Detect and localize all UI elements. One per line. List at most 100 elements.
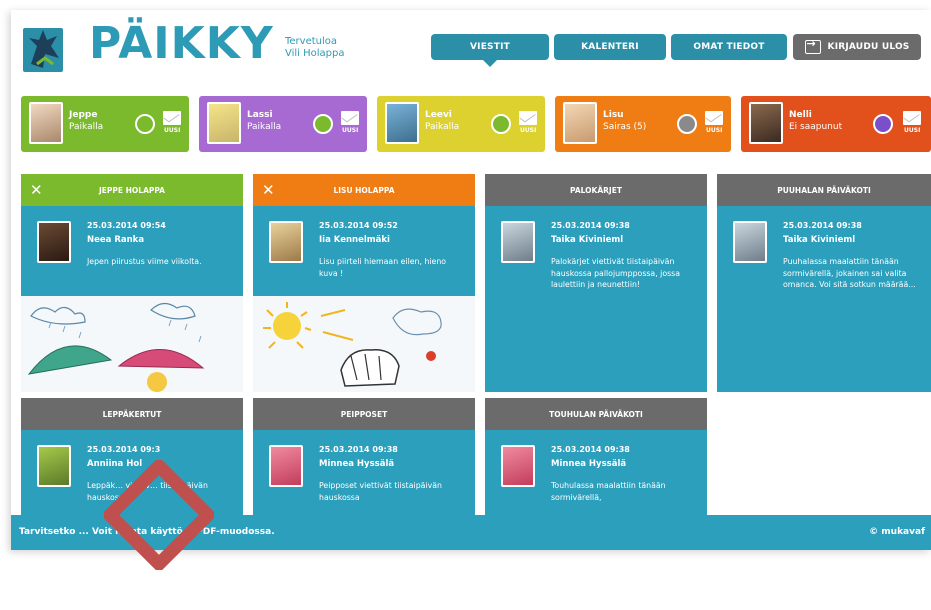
message-panel-puuhala[interactable]: PUUHALAN PÄIVÄKOTI 25.03.2014 09:38 Taik… — [717, 174, 931, 392]
mail-icon[interactable] — [163, 111, 181, 125]
message-panel-peipposet[interactable]: PEIPPOSET 25.03.2014 09:38 Minnea Hyssäl… — [253, 398, 475, 518]
child-status: Paikalla — [69, 122, 104, 132]
avatar — [749, 102, 783, 144]
nav-my-info-label: OMAT TIEDOT — [693, 42, 765, 52]
child-card-jeppe[interactable]: Jeppe Paikalla UUSI — [21, 96, 189, 152]
message-panel-lisu[interactable]: ✕ LISU HOLAPPA 25.03.2014 09:52 Iia Kenn… — [253, 174, 475, 392]
new-badge: UUSI — [342, 127, 359, 134]
header: PÄIKKY Tervetuloa Vili Holappa VIESTIT K… — [11, 10, 931, 92]
message-text: Lisu piirteli hiemaan eilen, hieno kuva … — [319, 257, 447, 278]
avatar — [501, 221, 535, 263]
watermark-diamond-icon — [104, 460, 214, 570]
drawing-image[interactable] — [253, 296, 475, 392]
avatar — [29, 102, 63, 144]
welcome-label: Tervetuloa — [285, 36, 338, 47]
close-icon[interactable]: ✕ — [262, 181, 275, 199]
mail-icon[interactable] — [903, 111, 921, 125]
child-name: Jeppe — [69, 110, 98, 120]
nav-calendar-label: KALENTERI — [581, 42, 639, 52]
child-name: Lisu — [603, 110, 624, 120]
message-author: Taika Kivinieml — [783, 235, 856, 245]
new-badge: UUSI — [164, 127, 181, 134]
logo-text[interactable]: PÄIKKY — [89, 18, 274, 69]
panel-header: LEPPÄKERTUT — [21, 398, 243, 430]
avatar — [37, 445, 71, 487]
active-caret-icon — [483, 60, 497, 67]
panel-header: ✕ LISU HOLAPPA — [253, 174, 475, 206]
panel-title: LEPPÄKERTUT — [102, 409, 162, 419]
child-name: Leevi — [425, 110, 452, 120]
message-date: 25.03.2014 09:52 — [319, 221, 398, 230]
avatar — [563, 102, 597, 144]
status-dot-icon[interactable] — [677, 114, 697, 134]
mail-icon[interactable] — [705, 111, 723, 125]
message-date: 25.03.2014 09:38 — [551, 221, 630, 230]
message-author: Iia Kennelmäki — [319, 235, 390, 245]
panel-header: ✕ JEPPE HOLAPPA — [21, 174, 243, 206]
child-card-lassi[interactable]: Lassi Paikalla UUSI — [199, 96, 367, 152]
nav-my-info[interactable]: OMAT TIEDOT — [671, 34, 787, 60]
mail-icon[interactable] — [519, 111, 537, 125]
mail-icon[interactable] — [341, 111, 359, 125]
avatar — [269, 445, 303, 487]
child-status: Ei saapunut — [789, 122, 843, 132]
panel-header: PALOKÄRJET — [485, 174, 707, 206]
message-author: Minnea Hyssälä — [551, 459, 627, 469]
logout-button[interactable]: KIRJAUDU ULOS — [793, 34, 921, 60]
message-date: 25.03.2014 09:38 — [551, 445, 630, 454]
message-panel-jeppe[interactable]: ✕ JEPPE HOLAPPA 25.03.2014 09:54 Neea Ra… — [21, 174, 243, 392]
message-panel-palokarjet[interactable]: PALOKÄRJET 25.03.2014 09:38 Taika Kivini… — [485, 174, 707, 392]
child-status: Paikalla — [425, 122, 460, 132]
panel-title: PALOKÄRJET — [570, 185, 622, 195]
child-status: Sairas (5) — [603, 122, 647, 132]
logo-tree-icon[interactable] — [23, 24, 67, 74]
panel-title: LISU HOLAPPA — [333, 185, 395, 195]
copyright: © mukavaf — [869, 527, 925, 537]
child-card-leevi[interactable]: Leevi Paikalla UUSI — [377, 96, 545, 152]
message-text: Touhulassa maalattiin tänään sormivärell… — [551, 481, 666, 502]
message-text: Peipposet viettivät tiistaipäivän hausko… — [319, 481, 442, 502]
status-dot-icon[interactable] — [491, 114, 511, 134]
message-date: 25.03.2014 09:38 — [319, 445, 398, 454]
panel-title: PEIPPOSET — [340, 409, 388, 419]
child-card-nelli[interactable]: Nelli Ei saapunut UUSI — [741, 96, 931, 152]
child-name: Lassi — [247, 110, 273, 120]
logout-icon — [804, 37, 821, 54]
panel-header: PEIPPOSET — [253, 398, 475, 430]
message-text: Puuhalassa maalattiin tänään sormivärell… — [783, 257, 916, 289]
new-badge: UUSI — [706, 127, 723, 134]
avatar — [733, 221, 767, 263]
child-name: Nelli — [789, 110, 812, 120]
new-badge: UUSI — [904, 127, 921, 134]
panel-header: TOUHULAN PÄIVÄKOTI — [485, 398, 707, 430]
status-dot-icon[interactable] — [873, 114, 893, 134]
message-date: 25.03.2014 09:3 — [87, 445, 161, 454]
message-author: Neea Ranka — [87, 235, 145, 245]
child-status: Paikalla — [247, 122, 282, 132]
nav-messages-label: VIESTIT — [470, 42, 510, 52]
avatar — [501, 445, 535, 487]
message-text: Jepen piirustus viime viikolta. — [87, 257, 202, 266]
message-date: 25.03.2014 09:54 — [87, 221, 166, 230]
message-panel-touhula[interactable]: TOUHULAN PÄIVÄKOTI 25.03.2014 09:38 Minn… — [485, 398, 707, 518]
status-dot-icon[interactable] — [135, 114, 155, 134]
message-author: Minnea Hyssälä — [319, 459, 395, 469]
logout-label: KIRJAUDU ULOS — [827, 42, 910, 52]
drawing-image[interactable] — [21, 296, 243, 392]
nav-messages[interactable]: VIESTIT — [431, 34, 549, 67]
message-date: 25.03.2014 09:38 — [783, 221, 862, 230]
message-author: Taika Kivinieml — [551, 235, 624, 245]
panel-title: JEPPE HOLAPPA — [99, 185, 165, 195]
panel-header: PUUHALAN PÄIVÄKOTI — [717, 174, 931, 206]
avatar — [207, 102, 241, 144]
status-dot-icon[interactable] — [313, 114, 333, 134]
panel-title: PUUHALAN PÄIVÄKOTI — [777, 185, 871, 195]
message-text: Palokärjet viettivät tiistaipäivän hausk… — [551, 257, 681, 289]
user-name: Vili Holappa — [285, 48, 345, 59]
avatar — [37, 221, 71, 263]
child-card-lisu[interactable]: Lisu Sairas (5) UUSI — [555, 96, 731, 152]
nav-calendar[interactable]: KALENTERI — [554, 34, 666, 60]
welcome-text: Tervetuloa Vili Holappa — [285, 36, 345, 60]
avatar — [385, 102, 419, 144]
close-icon[interactable]: ✕ — [30, 181, 43, 199]
